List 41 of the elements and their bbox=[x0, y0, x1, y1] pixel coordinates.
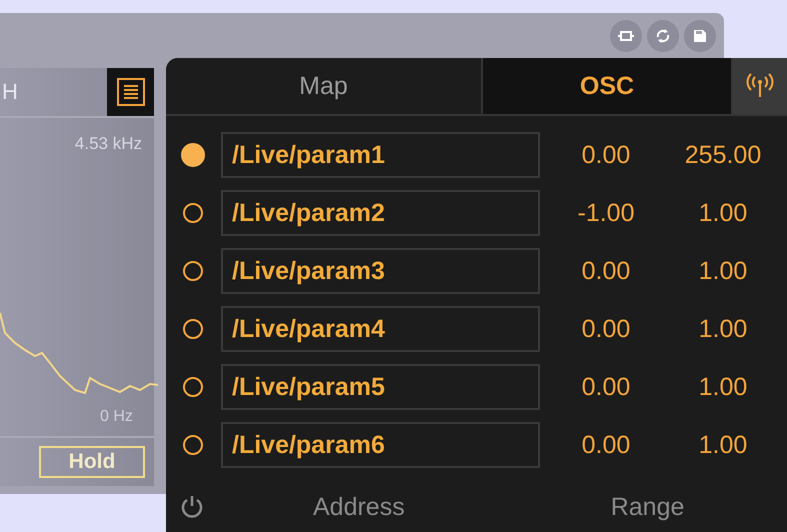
range-min[interactable]: 0.00 bbox=[540, 372, 672, 402]
range-min[interactable]: -1.00 bbox=[540, 198, 672, 228]
range-min[interactable]: 0.00 bbox=[540, 140, 672, 170]
address-field[interactable]: /Live/param3 bbox=[221, 248, 540, 294]
column-label: Range bbox=[610, 492, 684, 522]
address-field[interactable]: /Live/param5 bbox=[221, 364, 540, 410]
address-field[interactable]: /Live/param6 bbox=[221, 422, 540, 468]
address-field[interactable]: /Live/param4 bbox=[221, 306, 540, 352]
spectrum-title: H bbox=[2, 79, 18, 105]
range-min[interactable]: 0.00 bbox=[540, 256, 672, 286]
tab[interactable]: OSC bbox=[483, 58, 733, 114]
refresh-button[interactable] bbox=[647, 20, 679, 52]
frequency-label: 4.53 kHz bbox=[74, 134, 142, 154]
range-min[interactable]: 0.00 bbox=[540, 314, 672, 344]
status-dot[interactable] bbox=[183, 377, 203, 397]
status-dot[interactable] bbox=[183, 435, 203, 455]
address-field[interactable]: /Live/param1 bbox=[221, 132, 540, 178]
frequency-label: 0 Hz bbox=[100, 408, 133, 426]
status-dot[interactable] bbox=[181, 143, 205, 167]
status-dot[interactable] bbox=[183, 261, 203, 281]
refresh-icon bbox=[655, 28, 671, 44]
status-dot[interactable] bbox=[183, 319, 203, 339]
status-dot[interactable] bbox=[183, 203, 203, 223]
range-min[interactable]: 0.00 bbox=[540, 430, 672, 460]
range-max[interactable]: 255.00 bbox=[672, 140, 774, 170]
range-max[interactable]: 1.00 bbox=[672, 198, 774, 228]
address-field[interactable]: /Live/param2 bbox=[221, 190, 540, 236]
power-icon[interactable] bbox=[179, 494, 205, 520]
menu-button[interactable] bbox=[107, 68, 154, 116]
antenna-button[interactable] bbox=[733, 58, 787, 114]
range-max[interactable]: 1.00 bbox=[672, 372, 774, 402]
frame-icon bbox=[618, 28, 634, 42]
range-max[interactable]: 1.00 bbox=[672, 430, 774, 460]
column-label: Address bbox=[313, 492, 405, 522]
tab[interactable]: Map bbox=[166, 58, 483, 114]
range-max[interactable]: 1.00 bbox=[672, 314, 774, 344]
save-icon bbox=[693, 28, 707, 42]
save-button[interactable] bbox=[684, 20, 716, 52]
range-max[interactable]: 1.00 bbox=[672, 256, 774, 286]
menu-icon bbox=[116, 77, 146, 107]
fold-button[interactable] bbox=[610, 20, 642, 52]
